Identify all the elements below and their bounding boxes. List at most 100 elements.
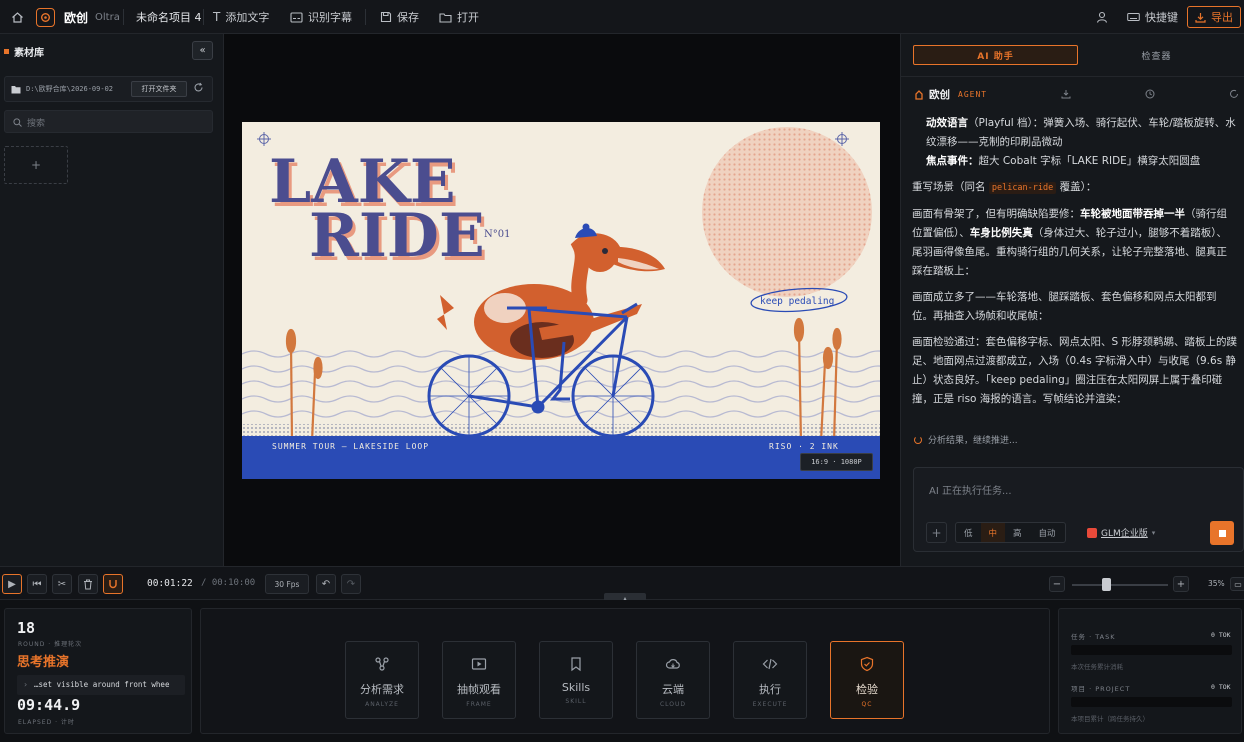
double-chevron-left-icon: « (199, 45, 206, 56)
plus-icon: + (1176, 578, 1186, 590)
plus-icon: + (30, 158, 42, 172)
add-asset-button[interactable]: + (4, 146, 68, 184)
task-token-note: 本次任务累计消耗 (1071, 663, 1123, 671)
screen-icon: ▭ (1234, 579, 1242, 589)
brand: 欧创 Oltra (36, 0, 120, 34)
agent-status: 分析结果，继续推进... (914, 433, 1018, 446)
play-button[interactable]: ▶ (2, 574, 22, 594)
folder-path: D:\欧野合库\2026-09-02 (26, 85, 114, 93)
project-name[interactable]: 未命名项目 4 (136, 0, 202, 34)
bookmark-icon (571, 657, 581, 672)
brand-sub: Oltra (95, 11, 120, 23)
effort-option[interactable]: 中 (980, 523, 1006, 542)
cut-button[interactable]: ✂ (52, 574, 72, 594)
user-icon[interactable] (1096, 0, 1108, 34)
open-folder-button[interactable]: 打开文件夹 (131, 81, 187, 97)
home-icon[interactable] (11, 0, 24, 34)
undo-button[interactable]: ↶ (316, 574, 336, 594)
ground-halftone (242, 424, 880, 436)
workflow-step-frame[interactable]: 抽帧观看 FRAME (442, 641, 516, 719)
redo-button[interactable]: ↷ (341, 574, 361, 594)
collapse-panel-button[interactable]: « (192, 41, 213, 60)
brand-logo-icon (36, 7, 55, 27)
workflow-step-analyze[interactable]: 分析需求 ANALYZE (345, 641, 419, 719)
subtitle-icon (290, 11, 303, 23)
save-button[interactable]: 保存 (380, 0, 419, 34)
zoom-value: 35% (1208, 579, 1225, 588)
chat-input[interactable]: AI 正在执行任务... (929, 482, 1012, 497)
library-panel: 素材库 « D:\欧野合库\2026-09-02 打开文件夹 搜索 + (0, 34, 224, 566)
effort-selector: 低中高自动 (955, 522, 1066, 543)
zoom-slider-handle[interactable] (1102, 578, 1111, 591)
magnet-button[interactable] (103, 574, 123, 594)
model-selector[interactable]: GLM企业版 ▾ (1087, 526, 1155, 539)
fit-screen-button[interactable]: ▭ (1230, 577, 1244, 591)
open-button[interactable]: 打开 (439, 0, 479, 34)
add-text-button[interactable]: T 添加文字 (213, 0, 269, 34)
keyboard-icon (1127, 13, 1140, 21)
stop-button[interactable] (1210, 521, 1234, 545)
effort-option[interactable]: 高 (1005, 523, 1030, 542)
text-icon: T (213, 10, 221, 24)
scissors-icon: ✂ (57, 578, 67, 590)
poster-art: LAKE LAKE RIDE RIDE N°01 keep pedaling S… (242, 127, 880, 479)
workflow-step-cloud[interactable]: 云端 CLOUD (636, 641, 710, 719)
agent-logo-icon (915, 89, 923, 100)
delete-button[interactable] (78, 574, 98, 594)
chat-input-box[interactable]: AI 正在执行任务... + 低中高自动 GLM企业版 ▾ (913, 467, 1244, 552)
poster-number: N°01 (484, 229, 510, 240)
effort-option[interactable]: 自动 (1030, 523, 1065, 542)
total-time: / 00:10:00 (201, 578, 256, 588)
subtitle-button[interactable]: 识别字幕 (290, 0, 352, 34)
cloud-icon (665, 659, 680, 669)
zoom-out-button[interactable]: − (1049, 576, 1065, 592)
workflow-panel: 分析需求 ANALYZE 抽帧观看 FRAME Skills SKILL 云端 … (200, 608, 1050, 734)
zoom-slider[interactable] (1072, 584, 1168, 586)
skip-start-button[interactable]: ⏮ (27, 574, 47, 594)
workflow-step-execute[interactable]: 执行 EXECUTE (733, 641, 807, 719)
workflow-step-skills[interactable]: Skills SKILL (539, 641, 613, 719)
shortcuts-button[interactable]: 快捷键 (1127, 0, 1178, 34)
attach-button[interactable]: + (926, 522, 947, 543)
minus-icon: − (1052, 578, 1062, 590)
folder-icon (11, 86, 21, 94)
tab-inspector[interactable]: 检查器 (1079, 45, 1234, 65)
shield-check-icon (860, 656, 874, 672)
download-icon (1195, 12, 1206, 23)
halftone-sun (702, 127, 872, 297)
title-wordmark: LAKE LAKE RIDE RIDE (269, 147, 488, 275)
search-box[interactable]: 搜索 (4, 110, 213, 133)
history-icon[interactable] (1145, 89, 1155, 102)
download-chat-icon[interactable] (1061, 89, 1071, 102)
refresh-icon[interactable] (193, 82, 204, 96)
poster-footer-left: SUMMER TOUR — LAKESIDE LOOP (272, 442, 429, 451)
effort-option[interactable]: 低 (956, 523, 981, 542)
workflow-step-qc[interactable]: 检验 QC (830, 641, 904, 719)
task-token-bar (1071, 645, 1232, 655)
aspect-ratio-badge[interactable]: 16:9 · 1080P (800, 453, 873, 471)
project-token-label: 项目 · PROJECT (1071, 685, 1131, 693)
folder-path-bar: D:\欧野合库\2026-09-02 打开文件夹 (4, 76, 213, 102)
svg-text:keep pedaling: keep pedaling (760, 296, 834, 307)
zoom-in-button[interactable]: + (1173, 576, 1189, 592)
nodes-icon (375, 657, 389, 671)
folder-icon (439, 12, 452, 23)
plus-icon: + (931, 525, 942, 540)
undo-icon: ↶ (321, 578, 331, 590)
round-count: 18 (17, 619, 36, 637)
reasoning-title: 思考推演 (17, 655, 70, 670)
fps-button[interactable]: 30 Fps (265, 574, 309, 594)
save-icon (380, 11, 392, 23)
token-panel: 任务 · TASK 0 TOK 本次任务累计消耗 项目 · PROJECT 0 … (1058, 608, 1242, 734)
refresh-chat-icon[interactable] (1229, 89, 1239, 102)
magnet-icon (109, 580, 117, 589)
library-title: 素材库 (14, 48, 44, 59)
assistant-panel: AI 助手 检查器 欧创 AGENT 动效语言（Playful 档）：弹簧入场、… (900, 34, 1244, 566)
tab-ai-assistant[interactable]: AI 助手 (913, 45, 1078, 65)
poster[interactable]: LAKE LAKE RIDE RIDE N°01 keep pedaling S… (242, 122, 880, 479)
search-input[interactable]: 搜索 (27, 116, 45, 129)
task-token-value: 0 TOK (1211, 631, 1231, 639)
agent-header: 欧创 AGENT (914, 87, 987, 102)
export-button[interactable]: 导出 (1187, 6, 1241, 28)
bottom-dock: 18 ROUND · 推理轮次 思考推演 › …set visible arou… (0, 600, 1244, 742)
